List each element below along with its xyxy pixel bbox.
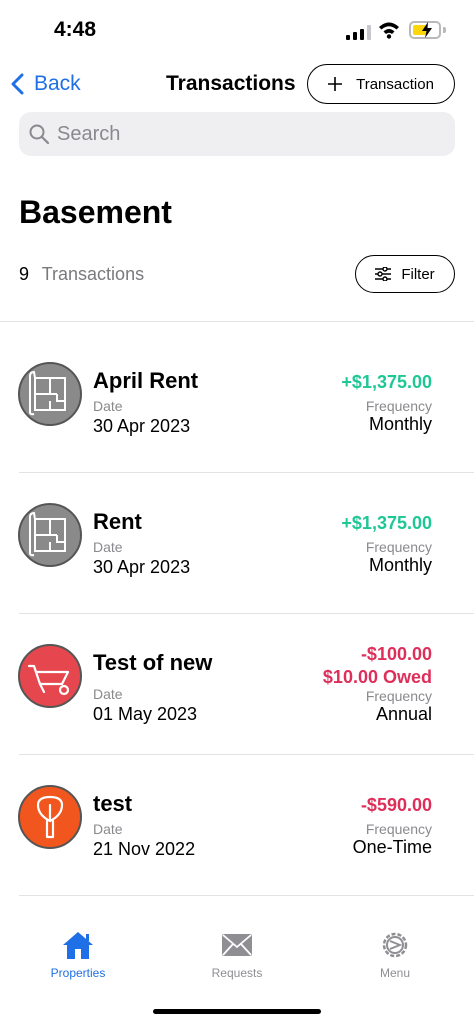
frequency-label: Frequency [365, 539, 432, 555]
transaction-row[interactable]: test Date 21 Nov 2022 -$590.00 Frequency… [0, 755, 474, 896]
transaction-date: 30 Apr 2023 [93, 416, 191, 436]
back-button[interactable]: Back [10, 68, 81, 100]
frequency-label: Frequency [365, 688, 432, 704]
battery-cap [443, 27, 446, 33]
tab-properties[interactable]: Properties [23, 930, 133, 980]
tab-label: Requests [211, 966, 263, 980]
cellular-signal-icon [346, 24, 372, 40]
floor-plan-icon [18, 503, 82, 567]
search-icon [29, 124, 49, 144]
home-indicator[interactable] [153, 1009, 321, 1014]
transaction-date: 01 May 2023 [93, 704, 198, 724]
transaction-frequency: Annual [375, 704, 432, 724]
transaction-name: Rent [93, 509, 142, 534]
transaction-row[interactable]: Test of new Date 01 May 2023 -$100.00 $1… [0, 614, 474, 755]
tab-requests[interactable]: Requests [182, 930, 292, 980]
house-icon [63, 932, 93, 959]
transaction-name: April Rent [93, 368, 199, 393]
wheelbarrow-icon [18, 644, 82, 708]
search-input[interactable] [57, 122, 437, 146]
transaction-amount: -$590.00 [360, 795, 432, 815]
floor-plan-icon [18, 362, 82, 426]
transaction-name: test [93, 791, 133, 816]
back-label: Back [34, 72, 81, 95]
date-label: Date [93, 686, 123, 702]
status-bar: 4:48 [0, 0, 474, 60]
filter-button[interactable]: Filter [355, 255, 455, 293]
tab-menu[interactable]: Menu [340, 930, 450, 980]
count-label: Transactions [41, 264, 145, 284]
add-transaction-button[interactable]: Transaction [307, 64, 455, 104]
frequency-label: Frequency [365, 398, 432, 414]
transaction-frequency: One-Time [352, 837, 432, 857]
tab-label: Menu [379, 966, 411, 980]
search-bar[interactable] [19, 112, 455, 156]
date-label: Date [93, 539, 123, 555]
date-label: Date [93, 398, 123, 414]
transaction-count: 9 Transactions [19, 264, 144, 285]
plus-icon [328, 77, 343, 91]
transaction-summary: +$1,375.00 Frequency Monthly [341, 372, 432, 435]
nav-title: Transactions [166, 72, 296, 95]
row-divider [19, 895, 474, 896]
divider [0, 321, 474, 322]
transaction-date: 21 Nov 2022 [93, 839, 196, 859]
transaction-amount: -$100.00 [360, 644, 432, 664]
frequency-label: Frequency [365, 821, 432, 837]
filter-label: Filter [401, 265, 435, 283]
transaction-row[interactable]: Rent Date 30 Apr 2023 +$1,375.00 Frequen… [0, 473, 474, 614]
transaction-amount: +$1,375.00 [341, 513, 432, 533]
trowel-icon [18, 785, 82, 849]
date-label: Date [93, 821, 123, 837]
status-time: 4:48 [54, 18, 97, 41]
count-number: 9 [19, 264, 30, 284]
wifi-icon [379, 22, 399, 39]
gear-icon [382, 932, 408, 958]
transaction-name: Test of new [93, 650, 213, 675]
transaction-amount: +$1,375.00 [341, 372, 432, 392]
sliders-icon [375, 267, 392, 281]
transaction-frequency: Monthly [368, 414, 432, 434]
transaction-row[interactable]: April Rent Date 30 Apr 2023 +$1,375.00 F… [0, 332, 474, 473]
transaction-date: 30 Apr 2023 [93, 557, 191, 577]
transaction-summary: -$590.00 Frequency One-Time [353, 795, 432, 858]
add-transaction-label: Transaction [356, 75, 434, 93]
transaction-summary: +$1,375.00 Frequency Monthly [341, 513, 432, 576]
transaction-frequency: Monthly [368, 555, 432, 575]
envelope-icon [222, 934, 252, 956]
amount-owed: $10.00 Owed [322, 667, 432, 687]
transaction-summary: -$100.00 $10.00 Owed Frequency Annual [323, 644, 432, 725]
battery-icon [409, 21, 441, 39]
chevron-left-icon [11, 73, 24, 95]
tab-label: Properties [50, 966, 106, 980]
page-title: Basement [19, 194, 172, 230]
